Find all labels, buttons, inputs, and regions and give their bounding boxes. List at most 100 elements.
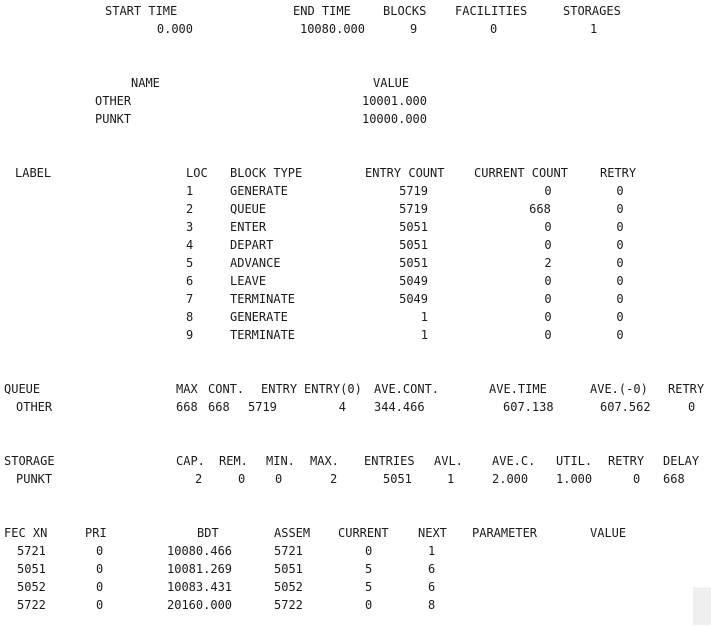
block-retry: 0	[616, 238, 624, 252]
fec-next: 6	[428, 580, 436, 594]
queue-entry-header: ENTRY	[261, 382, 298, 396]
fec-pri: 0	[96, 598, 104, 612]
fec-assem: 5052	[274, 580, 303, 594]
fec-xn: 5721	[17, 544, 46, 558]
block-type: ENTER	[230, 220, 267, 234]
block-retry: 0	[616, 220, 624, 234]
block-type: GENERATE	[230, 184, 288, 198]
fec-xn: 5722	[17, 598, 46, 612]
block-type: TERMINATE	[230, 328, 296, 342]
fec-assem-header: ASSEM	[274, 526, 311, 540]
fec-assem: 5722	[274, 598, 303, 612]
block-entry-count: 5719	[399, 184, 428, 198]
facilities-value: 0	[490, 22, 498, 36]
fec-next: 1	[428, 544, 436, 558]
fec-bdt: 20160.000	[167, 598, 233, 612]
storage-entries-header: ENTRIES	[364, 454, 415, 468]
fec-assem: 5721	[274, 544, 303, 558]
entry-count-header: ENTRY COUNT	[365, 166, 445, 180]
queue-avetime-header: AVE.TIME	[489, 382, 547, 396]
block-entry-count: 5719	[399, 202, 428, 216]
fec-current: 0	[365, 544, 373, 558]
fec-bdt: 10080.466	[167, 544, 233, 558]
queue-cont-header: CONT.	[208, 382, 245, 396]
retry-header: RETRY	[600, 166, 637, 180]
label-header: LABEL	[15, 166, 52, 180]
scrollbar-thumb[interactable]	[693, 587, 711, 625]
current-count-header: CURRENT COUNT	[474, 166, 568, 180]
block-retry: 0	[616, 256, 624, 270]
storages-value: 1	[590, 22, 598, 36]
blocks-value: 9	[410, 22, 418, 36]
storage-retry-header: RETRY	[608, 454, 645, 468]
block-retry: 0	[616, 310, 624, 324]
storages-header: STORAGES	[563, 4, 621, 18]
block-current-count: 668	[529, 202, 551, 216]
loc-header: LOC	[186, 166, 208, 180]
fec-pri: 0	[96, 544, 104, 558]
end-time-header: END TIME	[293, 4, 351, 18]
block-loc: 8	[186, 310, 194, 324]
storage-rem-header: REM.	[219, 454, 248, 468]
block-entry-count: 5051	[399, 238, 428, 252]
queue-entry0-header: ENTRY(0)	[304, 382, 362, 396]
fec-assem: 5051	[274, 562, 303, 576]
storage-util-header: UTIL.	[556, 454, 593, 468]
block-retry: 0	[616, 202, 624, 216]
fec-pri: 0	[96, 562, 104, 576]
fec-xn-header: FEC XN	[4, 526, 48, 540]
storage-max: 2	[330, 472, 338, 486]
end-time-value: 10080.000	[299, 22, 365, 36]
queue-ave0-header: AVE.(-0)	[590, 382, 648, 396]
fec-next: 6	[428, 562, 436, 576]
queue-avetime: 607.138	[503, 400, 554, 414]
block-current-count: 0	[544, 220, 552, 234]
block-loc: 2	[186, 202, 194, 216]
block-current-count: 2	[544, 256, 552, 270]
fec-bdt-header: BDT	[197, 526, 219, 540]
block-loc: 6	[186, 274, 194, 288]
name-header: NAME	[131, 76, 160, 90]
block-current-count: 0	[544, 238, 552, 252]
queue-max-header: MAX	[176, 382, 198, 396]
block-retry: 0	[616, 328, 624, 342]
storage-retry: 0	[633, 472, 641, 486]
block-type-header: BLOCK TYPE	[230, 166, 303, 180]
block-retry: 0	[616, 184, 624, 198]
storage-min: 0	[275, 472, 283, 486]
block-type: ADVANCE	[230, 256, 281, 270]
block-entry-count: 5051	[399, 220, 428, 234]
block-type: TERMINATE	[230, 292, 296, 306]
block-current-count: 0	[544, 274, 552, 288]
queue-max: 668	[176, 400, 198, 414]
queue-entry: 5719	[248, 400, 277, 414]
queue-retry: 0	[688, 400, 696, 414]
storage-entries: 5051	[383, 472, 412, 486]
storage-avec-header: AVE.C.	[492, 454, 536, 468]
storage-avl-header: AVL.	[434, 454, 463, 468]
block-current-count: 0	[544, 184, 552, 198]
block-entry-count: 5049	[399, 292, 428, 306]
queue-avecont-header: AVE.CONT.	[374, 382, 440, 396]
fec-current-header: CURRENT	[338, 526, 389, 540]
fec-current: 0	[365, 598, 373, 612]
block-loc: 7	[186, 292, 194, 306]
queue-cont: 668	[208, 400, 230, 414]
block-retry: 0	[616, 292, 624, 306]
queue-ave0: 607.562	[600, 400, 651, 414]
fec-pri-header: PRI	[85, 526, 107, 540]
queue-retry-header: RETRY	[668, 382, 705, 396]
block-loc: 9	[186, 328, 194, 342]
storage-avec: 2.000	[492, 472, 529, 486]
storage-util: 1.000	[556, 472, 593, 486]
fec-parameter-header: PARAMETER	[472, 526, 538, 540]
block-entry-count: 5049	[399, 274, 428, 288]
storage-avl: 1	[447, 472, 455, 486]
fec-value-header: VALUE	[590, 526, 627, 540]
fec-xn: 5052	[17, 580, 46, 594]
blocks-header: BLOCKS	[383, 4, 427, 18]
fec-bdt: 10083.431	[167, 580, 233, 594]
block-entry-count: 5051	[399, 256, 428, 270]
block-current-count: 0	[544, 328, 552, 342]
start-time-header: START TIME	[105, 4, 178, 18]
